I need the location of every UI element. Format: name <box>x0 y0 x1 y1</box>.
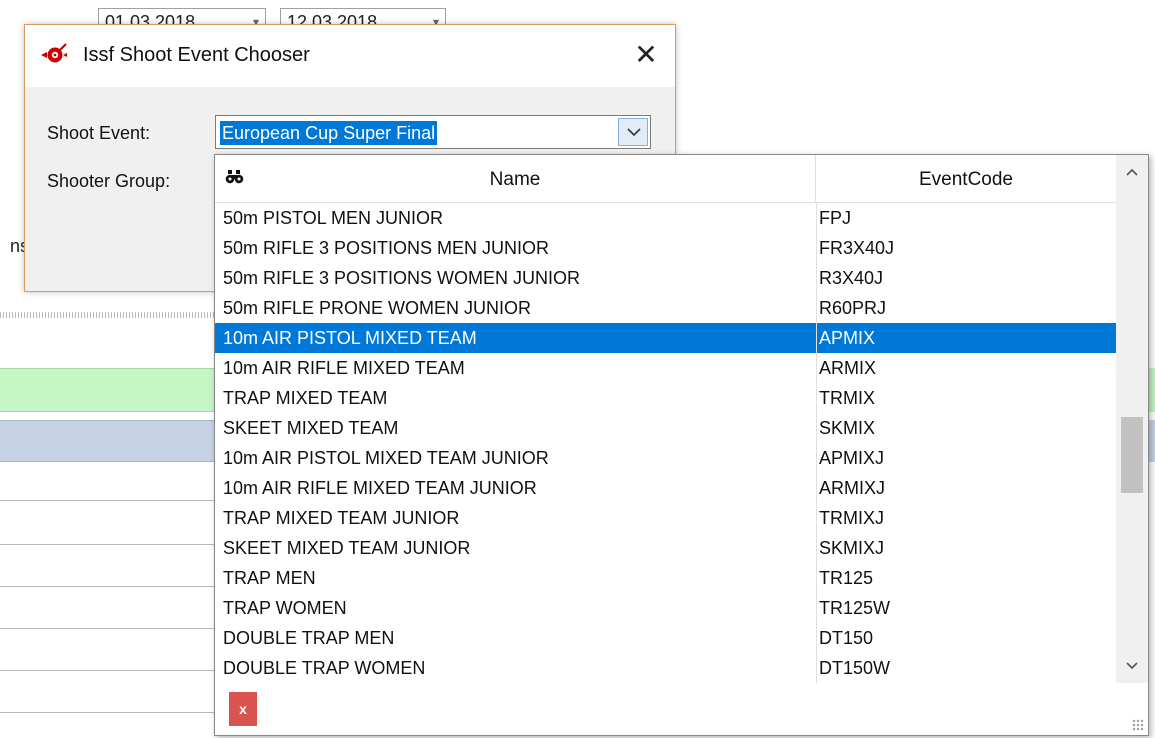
background-row-line <box>0 586 216 587</box>
event-name-cell: TRAP MIXED TEAM JUNIOR <box>223 508 460 528</box>
event-dropdown-grid: Name EventCode 50m PISTOL MEN JUNIOR FPJ 5… <box>214 154 1149 736</box>
shoot-event-label: Shoot Event: <box>47 123 151 143</box>
table-row[interactable]: TRAP MIXED TEAM TRMIX <box>215 383 1116 413</box>
background-row-line <box>0 500 216 501</box>
event-name-cell: 10m AIR PISTOL MIXED TEAM <box>223 328 477 348</box>
table-row[interactable]: 10m AIR PISTOL MIXED TEAM JUNIOR APMIXJ <box>215 443 1116 473</box>
combobox-dropdown-button[interactable] <box>618 118 648 146</box>
dialog-titlebar[interactable]: Issf Shoot Event Chooser ✕ <box>25 25 675 87</box>
column-name-label: Name <box>489 169 541 190</box>
vertical-scrollbar[interactable] <box>1116 155 1148 683</box>
table-row[interactable]: 50m RIFLE PRONE WOMEN JUNIOR R60PRJ <box>215 293 1116 323</box>
table-row[interactable]: 10m AIR RIFLE MIXED TEAM ARMIX <box>215 353 1116 383</box>
background-row-line <box>0 628 216 629</box>
target-app-icon <box>41 43 67 63</box>
grid-header: Name EventCode <box>215 155 1116 203</box>
event-code-cell: R3X40J <box>819 268 884 288</box>
event-code-cell: TRMIXJ <box>819 508 884 528</box>
column-eventcode-label: EventCode <box>918 169 1013 190</box>
background-green-row <box>0 368 216 412</box>
close-icon: ✕ <box>634 39 658 70</box>
table-row[interactable]: TRAP MEN TR125 <box>215 563 1116 593</box>
table-row[interactable]: SKEET MIXED TEAM SKMIX <box>215 413 1116 443</box>
column-header-name[interactable]: Name <box>215 155 816 203</box>
event-name-cell: 50m RIFLE 3 POSITIONS MEN JUNIOR <box>223 238 550 258</box>
event-code-cell: FPJ <box>819 208 852 228</box>
chevron-down-icon <box>1126 662 1138 670</box>
event-code-cell: TR125W <box>819 598 891 618</box>
column-header-eventcode[interactable]: EventCode <box>816 155 1116 203</box>
event-name-cell: DOUBLE TRAP WOMEN <box>223 658 426 678</box>
shooter-group-label: Shooter Group: <box>47 171 171 191</box>
event-code-cell: APMIX <box>819 328 876 348</box>
scroll-down-button[interactable] <box>1116 649 1148 683</box>
background-header-row <box>0 420 216 462</box>
shoot-event-selected-text[interactable]: European Cup Super Final <box>220 121 438 145</box>
event-code-cell: TRMIX <box>819 388 875 408</box>
event-name-cell: TRAP MIXED TEAM <box>223 388 388 408</box>
event-code-cell: SKMIXJ <box>819 538 885 558</box>
background-row-line <box>0 712 216 713</box>
background-splitter[interactable] <box>0 312 216 318</box>
event-code-cell: DT150 <box>819 628 874 648</box>
table-row[interactable]: 50m RIFLE 3 POSITIONS MEN JUNIOR FR3X40J <box>215 233 1116 263</box>
table-row[interactable]: 10m AIR RIFLE MIXED TEAM JUNIOR ARMIXJ <box>215 473 1116 503</box>
scrollbar-thumb[interactable] <box>1121 417 1143 493</box>
background-row-line <box>0 670 216 671</box>
event-code-cell: FR3X40J <box>819 238 895 258</box>
dialog-title: Issf Shoot Event Chooser <box>83 44 310 66</box>
table-row[interactable]: 50m RIFLE 3 POSITIONS WOMEN JUNIOR R3X40J <box>215 263 1116 293</box>
event-name-cell: 10m AIR RIFLE MIXED TEAM <box>223 358 465 378</box>
table-row[interactable]: DOUBLE TRAP MEN DT150 <box>215 623 1116 653</box>
event-code-cell: ARMIXJ <box>819 478 886 498</box>
scroll-up-button[interactable] <box>1116 155 1148 189</box>
table-row[interactable]: SKEET MIXED TEAM JUNIOR SKMIXJ <box>215 533 1116 563</box>
event-code-cell: DT150W <box>819 658 891 678</box>
shoot-event-combobox[interactable]: European Cup Super Final <box>215 115 651 149</box>
event-name-cell: SKEET MIXED TEAM JUNIOR <box>223 538 471 558</box>
dropdown-footer: x <box>215 683 1148 735</box>
event-name-cell: DOUBLE TRAP MEN <box>223 628 395 648</box>
event-code-cell: R60PRJ <box>819 298 887 318</box>
event-name-cell: 50m RIFLE PRONE WOMEN JUNIOR <box>223 298 532 318</box>
table-row[interactable]: 50m PISTOL MEN JUNIOR FPJ <box>215 203 1116 233</box>
background-row-line <box>0 544 216 545</box>
table-row[interactable]: TRAP MIXED TEAM JUNIOR TRMIXJ <box>215 503 1116 533</box>
event-name-cell: 10m AIR PISTOL MIXED TEAM JUNIOR <box>223 448 549 468</box>
table-row[interactable]: DOUBLE TRAP WOMEN DT150W <box>215 653 1116 683</box>
chevron-up-icon <box>1126 168 1138 176</box>
table-row[interactable]: 10m AIR PISTOL MIXED TEAM APMIX <box>215 323 1116 353</box>
event-name-cell: 50m PISTOL MEN JUNIOR <box>223 208 444 228</box>
event-name-cell: SKEET MIXED TEAM <box>223 418 399 438</box>
event-name-cell: 50m RIFLE 3 POSITIONS WOMEN JUNIOR <box>223 268 581 288</box>
close-button[interactable]: ✕ <box>623 33 669 79</box>
event-name-cell: 10m AIR RIFLE MIXED TEAM JUNIOR <box>223 478 537 498</box>
event-name-cell: TRAP WOMEN <box>223 598 347 618</box>
event-code-cell: SKMIX <box>819 418 876 438</box>
event-code-cell: TR125 <box>819 568 874 588</box>
table-row[interactable]: TRAP WOMEN TR125W <box>215 593 1116 623</box>
chevron-down-icon <box>627 128 641 137</box>
clear-button[interactable]: x <box>229 692 257 726</box>
event-code-cell: APMIXJ <box>819 448 885 468</box>
event-code-cell: ARMIX <box>819 358 877 378</box>
event-name-cell: TRAP MEN <box>223 568 316 588</box>
resize-grip-icon[interactable] <box>1132 719 1144 731</box>
column-separator <box>816 203 817 683</box>
grid-rows: 50m PISTOL MEN JUNIOR FPJ 50m RIFLE 3 POSI… <box>215 203 1116 683</box>
